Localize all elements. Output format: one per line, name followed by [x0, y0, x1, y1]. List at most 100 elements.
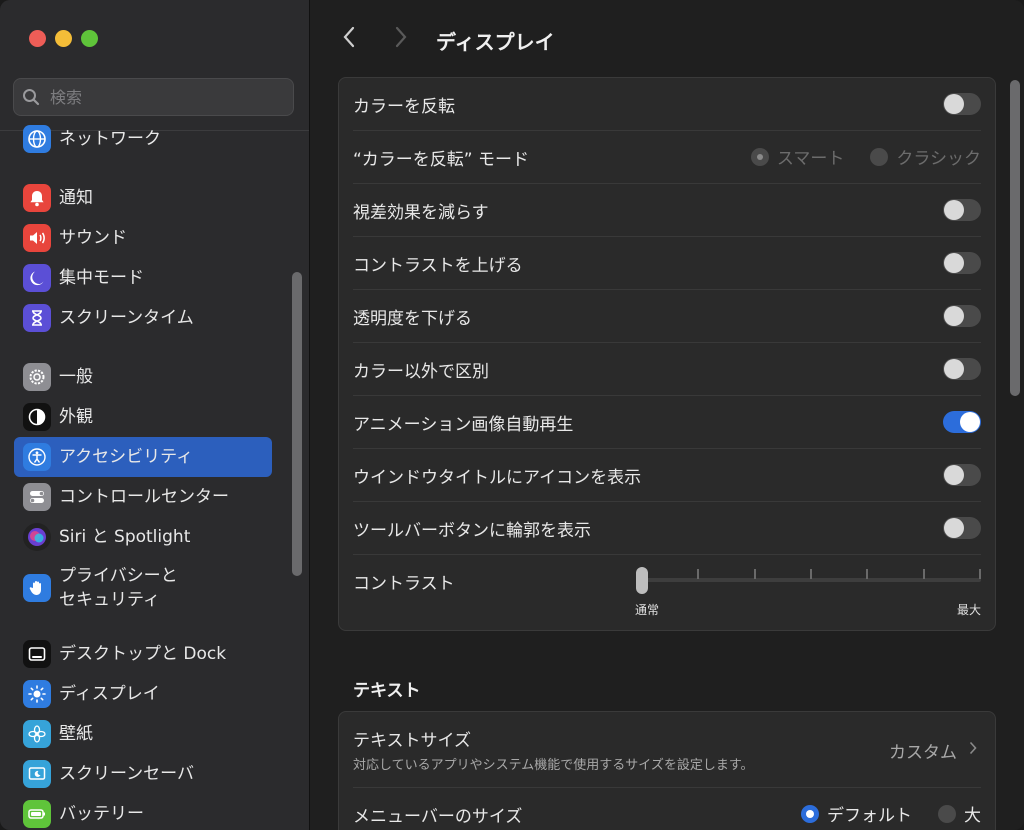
row-text-size[interactable]: テキストサイズ 対応しているアプリやシステム機能で使用するサイズを設定します。 … [353, 712, 981, 788]
accessibility-icon [23, 443, 51, 471]
autoplay-animated-images-toggle[interactable] [943, 411, 981, 433]
contrast-label: コントラスト [353, 574, 455, 594]
window-title-icons-toggle[interactable] [943, 464, 981, 486]
reduce-transparency-toggle[interactable] [943, 305, 981, 327]
sidebar-item-label: サウンド [59, 227, 127, 248]
appearance-icon [23, 403, 51, 431]
section-title-text: テキスト [353, 681, 421, 701]
sidebar-item-label: 集中モード [59, 267, 144, 288]
text-settings-group: テキストサイズ 対応しているアプリやシステム機能で使用するサイズを設定します。 … [338, 711, 996, 830]
sidebar-item-label: プライバシーと セキュリティ [59, 564, 178, 612]
row-differentiate-without-color: カラー以外で区別 [353, 343, 981, 396]
forward-button[interactable] [386, 24, 416, 54]
chevron-right-icon [969, 740, 977, 759]
toggle-knob [944, 306, 964, 326]
window-title-icons-label: ウインドウタイトルにアイコンを表示 [353, 468, 642, 488]
chevron-left-icon [342, 26, 356, 52]
toggle-knob [944, 359, 964, 379]
contrast-slider-tick [922, 569, 925, 579]
back-button[interactable] [334, 24, 364, 54]
contrast-max-label: 最大 [956, 603, 981, 617]
moon-icon [23, 264, 51, 292]
differentiate-without-color-label: カラー以外で区別 [353, 362, 489, 382]
minimize-button[interactable] [55, 30, 72, 47]
close-button[interactable] [29, 30, 46, 47]
radio-option-smart[interactable]: スマート [750, 144, 844, 169]
radio-button[interactable] [750, 147, 769, 166]
autoplay-animated-images-label: アニメーション画像自動再生 [353, 415, 574, 435]
sidebar-item-network[interactable]: ネットワーク [14, 119, 272, 159]
sidebar-item-label: スクリーンセーバ [59, 763, 194, 784]
radio-label: 大 [964, 806, 981, 826]
row-autoplay-animated-images: アニメーション画像自動再生 [353, 396, 981, 449]
toggle-knob [944, 200, 964, 220]
switches-icon [23, 483, 51, 511]
hand-icon [23, 574, 51, 602]
sidebar-item-battery[interactable]: バッテリー [14, 794, 272, 830]
radio-option-default[interactable]: デフォルト [801, 801, 912, 826]
sidebar-item-screensaver[interactable]: スクリーンセーバ [14, 754, 272, 794]
sidebar-item-siri-spotlight[interactable]: Siri と Spotlight [14, 517, 272, 557]
sidebar-item-label: スクリーンタイム [59, 307, 194, 328]
main-content: ディスプレイ カラーを反転 “カラーを反転” モード スマート クラシック 視差… [310, 0, 1024, 830]
search-input[interactable] [48, 86, 272, 108]
radio-button[interactable] [938, 804, 956, 823]
zoom-button[interactable] [81, 30, 98, 47]
sidebar-item-accessibility[interactable]: アクセシビリティ [14, 437, 272, 477]
contrast-slider-tick [697, 569, 700, 579]
sidebar-item-screen-time[interactable]: スクリーンタイム [14, 298, 272, 338]
page-title: ディスプレイ [436, 30, 555, 54]
row-invert-colors: カラーを反転 [353, 78, 981, 131]
sidebar-item-wallpaper[interactable]: 壁紙 [14, 714, 272, 754]
contrast-min-label: 通常 [635, 603, 660, 617]
sidebar-item-displays[interactable]: ディスプレイ [14, 674, 272, 714]
settings-window: ネットワーク 通知 サウンド 集中モード [0, 0, 1024, 830]
sidebar-item-label: 一般 [59, 366, 93, 387]
siri-icon [23, 523, 51, 551]
sidebar-item-label-line2: セキュリティ [59, 590, 160, 610]
toolbar-button-shapes-label: ツールバーボタンに輪郭を表示 [353, 521, 591, 541]
flower-icon [23, 720, 51, 748]
contrast-slider-thumb[interactable] [636, 567, 648, 594]
text-size-description: 対応しているアプリやシステム機能で使用するサイズを設定します。 [353, 758, 754, 773]
speaker-icon [23, 224, 51, 252]
toolbar-button-shapes-toggle[interactable] [943, 517, 981, 539]
sidebar-item-sound[interactable]: サウンド [14, 218, 272, 258]
sidebar-item-label: デスクトップと Dock [59, 643, 227, 664]
menubar-size-label: メニューバーのサイズ [353, 807, 523, 827]
sidebar-scrollbar[interactable] [292, 272, 302, 576]
radio-option-classic[interactable]: クラシック [870, 144, 981, 169]
sidebar-item-notifications[interactable]: 通知 [14, 178, 272, 218]
sidebar-item-focus[interactable]: 集中モード [14, 258, 272, 298]
radio-label: デフォルト [827, 806, 912, 826]
sidebar-item-label: 壁紙 [59, 723, 93, 744]
search-field[interactable] [13, 78, 294, 116]
sidebar-item-label: ネットワーク [59, 128, 161, 149]
sidebar-item-general[interactable]: 一般 [14, 357, 272, 397]
invert-colors-toggle[interactable] [943, 93, 981, 115]
radio-button[interactable] [870, 147, 889, 166]
differentiate-without-color-toggle[interactable] [943, 358, 981, 380]
invert-mode-radio-group: スマート クラシック [750, 144, 981, 169]
radio-label: クラシック [896, 149, 981, 169]
increase-contrast-toggle[interactable] [943, 252, 981, 274]
sidebar-item-appearance[interactable]: 外観 [14, 397, 272, 437]
dock-icon [23, 640, 51, 668]
bell-icon [23, 184, 51, 212]
sidebar-item-control-center[interactable]: コントロールセンター [14, 477, 272, 517]
reduce-motion-label: 視差効果を減らす [353, 203, 489, 223]
sidebar-item-label: コントロールセンター [59, 486, 229, 507]
radio-button[interactable] [801, 804, 819, 823]
contrast-slider-tick [810, 569, 812, 579]
sidebar-item-label: Siri と Spotlight [59, 526, 191, 547]
radio-option-large[interactable]: 大 [938, 801, 981, 826]
sidebar-item-privacy-security[interactable]: プライバシーと セキュリティ [14, 560, 272, 616]
reduce-motion-toggle[interactable] [943, 199, 981, 221]
text-size-label: テキストサイズ [353, 731, 471, 751]
row-toolbar-button-shapes: ツールバーボタンに輪郭を表示 [353, 502, 981, 555]
reduce-transparency-label: 透明度を下げる [353, 309, 472, 329]
main-scrollbar[interactable] [1010, 80, 1020, 396]
row-window-title-icons: ウインドウタイトルにアイコンを表示 [353, 449, 981, 502]
sidebar-item-desktop-dock[interactable]: デスクトップと Dock [14, 634, 272, 674]
sun-icon [23, 680, 51, 708]
